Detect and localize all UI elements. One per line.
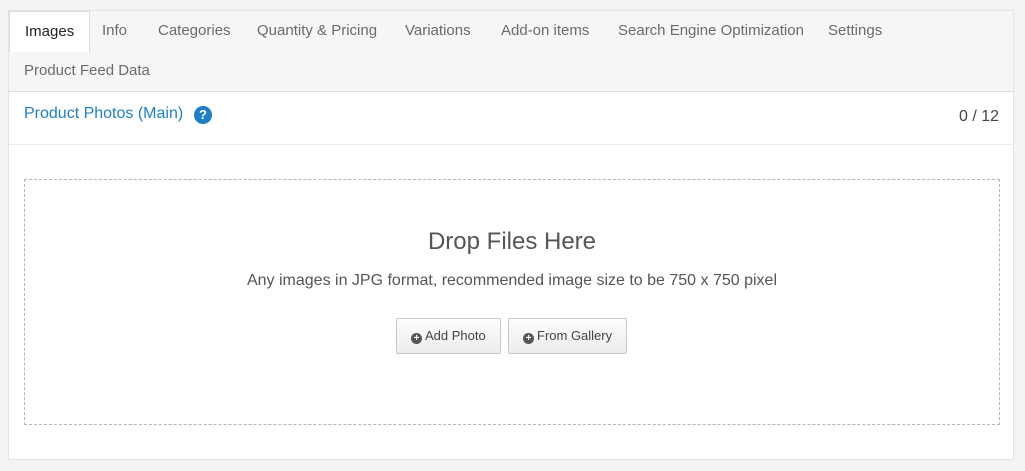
from-gallery-button[interactable]: + From Gallery (508, 318, 628, 354)
tab-seo[interactable]: Search Engine Optimization (603, 11, 819, 51)
from-gallery-label: From Gallery (537, 328, 613, 343)
tab-product-feed-data[interactable]: Product Feed Data (9, 51, 165, 91)
add-photo-button[interactable]: + Add Photo (396, 318, 501, 354)
tab-quantity-pricing[interactable]: Quantity & Pricing (242, 11, 392, 51)
plus-circle-icon: + (411, 333, 422, 344)
dropzone-instructions: Any images in JPG format, recommended im… (246, 272, 778, 289)
section-title: Product Photos (Main) (24, 105, 184, 122)
tab-images[interactable]: Images (9, 11, 91, 52)
tab-info[interactable]: Info (87, 11, 142, 51)
tab-categories[interactable]: Categories (143, 11, 246, 51)
plus-circle-icon: + (523, 333, 534, 344)
tab-variations[interactable]: Variations (390, 11, 486, 51)
tab-settings[interactable]: Settings (813, 11, 897, 51)
dropzone-title: Drop Files Here (427, 228, 597, 255)
tab-add-on-items[interactable]: Add-on items (486, 11, 604, 51)
add-photo-label: Add Photo (425, 328, 486, 343)
tab-bar: Images Info Categories Quantity & Pricin… (9, 11, 1013, 92)
section-header: Product Photos (Main) ? 0 / 12 (9, 91, 1013, 145)
question-circle-icon[interactable]: ? (194, 106, 212, 124)
photo-count: 0 / 12 (958, 108, 999, 125)
file-dropzone[interactable]: Drop Files Here Any images in JPG format… (24, 179, 1000, 425)
product-editor-card: Images Info Categories Quantity & Pricin… (8, 10, 1014, 460)
